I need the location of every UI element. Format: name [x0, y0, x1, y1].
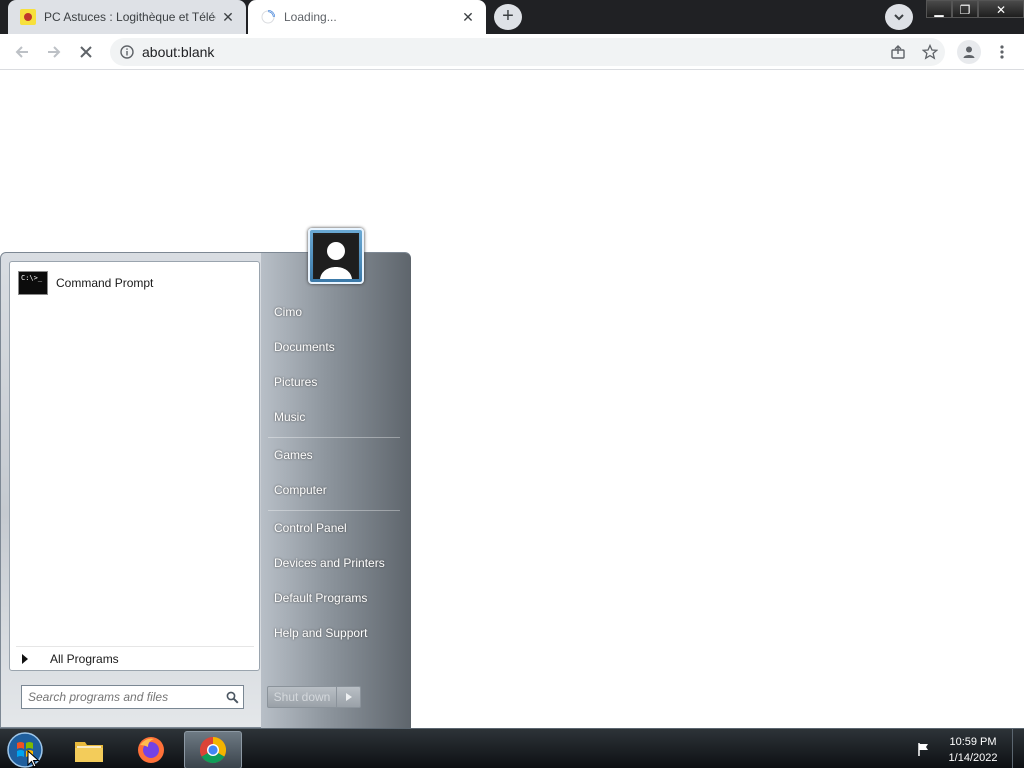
search-icon[interactable]: [221, 691, 243, 704]
clock[interactable]: 10:59 PM 1/14/2022: [940, 734, 1006, 766]
browser-toolbar: about:blank: [0, 34, 1024, 70]
arrow-right-icon: [48, 46, 61, 58]
list-item-label: Command Prompt: [56, 276, 154, 290]
programs-list: C:\>_ Command Prompt All Programs: [9, 261, 260, 671]
tab-strip: PC Astuces : Logithèque et Téléc ✕ Loadi…: [0, 0, 1024, 34]
profile-button[interactable]: [957, 40, 981, 64]
arrow-left-icon: [15, 46, 28, 58]
minimize-button[interactable]: ▁: [926, 0, 952, 18]
close-window-button[interactable]: ✕: [978, 0, 1024, 18]
close-tab-icon[interactable]: ✕: [216, 9, 240, 26]
triangle-right-icon: [22, 653, 28, 664]
start-link-user[interactable]: Cimo: [268, 297, 404, 327]
kebab-menu-icon: [1000, 45, 1004, 59]
start-link-documents[interactable]: Documents: [268, 332, 404, 362]
desktop-screen: PC Astuces : Logithèque et Téléc ✕ Loadi…: [0, 0, 1024, 768]
tab-loading[interactable]: Loading... ✕: [248, 0, 486, 34]
window-controls: ▁ ❐ ✕: [926, 0, 1024, 18]
command-prompt-icon: C:\>_: [18, 271, 48, 295]
folder-icon: [75, 742, 103, 762]
info-icon: [120, 45, 134, 59]
new-tab-button[interactable]: +: [494, 4, 522, 30]
loading-spinner-icon: [261, 10, 275, 24]
pc-astuces-favicon-icon: [20, 9, 36, 25]
taskbar-explorer-button[interactable]: [60, 731, 118, 768]
start-link-control-panel[interactable]: Control Panel: [268, 513, 404, 543]
start-link-default-programs[interactable]: Default Programs: [268, 583, 404, 613]
taskbar: 10:59 PM 1/14/2022: [0, 728, 1024, 768]
address-text: about:blank: [142, 44, 215, 60]
bookmark-button[interactable]: [918, 40, 942, 64]
clock-date: 1/14/2022: [948, 752, 998, 764]
start-link-help-support[interactable]: Help and Support: [268, 618, 404, 648]
start-link-music[interactable]: Music: [268, 402, 404, 432]
list-item-command-prompt[interactable]: C:\>_ Command Prompt: [14, 268, 254, 298]
share-icon: [891, 45, 905, 59]
profile-icon: [963, 46, 975, 58]
start-link-devices-printers[interactable]: Devices and Printers: [268, 548, 404, 578]
share-button[interactable]: [886, 40, 910, 64]
star-icon: [922, 44, 938, 60]
search-input[interactable]: [22, 687, 221, 707]
search-field[interactable]: [21, 685, 244, 709]
all-programs-label: All Programs: [50, 651, 119, 666]
restore-button[interactable]: ❐: [952, 0, 978, 18]
tab-title: PC Astuces : Logithèque et Téléc: [44, 10, 216, 24]
tab-search-button[interactable]: [885, 4, 913, 30]
clock-time: 10:59 PM: [949, 736, 997, 748]
divider: [268, 510, 400, 511]
divider: [268, 437, 400, 438]
shutdown-button[interactable]: Shut down: [267, 686, 337, 708]
start-link-games[interactable]: Games: [268, 440, 404, 470]
stop-x-icon: [80, 46, 92, 58]
chrome-icon: [199, 736, 227, 764]
stop-loading-button[interactable]: [74, 40, 98, 64]
user-avatar[interactable]: [308, 228, 364, 284]
forward-button[interactable]: [42, 40, 66, 64]
taskbar-firefox-button[interactable]: [122, 731, 180, 768]
tab-pc-astuces[interactable]: PC Astuces : Logithèque et Téléc ✕: [8, 0, 246, 34]
close-tab-icon[interactable]: ✕: [456, 9, 480, 26]
triangle-right-icon: [345, 693, 352, 701]
back-button[interactable]: [10, 40, 34, 64]
mouse-cursor-icon: [27, 750, 40, 768]
menu-button[interactable]: [990, 40, 1014, 64]
tab-title: Loading...: [284, 10, 337, 24]
all-programs-button[interactable]: All Programs: [16, 646, 254, 670]
shutdown-group: Shut down: [267, 686, 361, 708]
start-link-pictures[interactable]: Pictures: [268, 367, 404, 397]
action-center-flag-icon[interactable]: [914, 739, 934, 759]
firefox-icon: [138, 737, 164, 763]
start-link-computer[interactable]: Computer: [268, 475, 404, 505]
taskbar-chrome-button[interactable]: [184, 731, 242, 768]
shutdown-options-button[interactable]: [337, 686, 361, 708]
address-bar[interactable]: about:blank: [110, 38, 945, 66]
show-desktop-button[interactable]: [1012, 729, 1024, 768]
chevron-down-icon: [894, 14, 904, 21]
user-silhouette-icon: [313, 233, 359, 279]
